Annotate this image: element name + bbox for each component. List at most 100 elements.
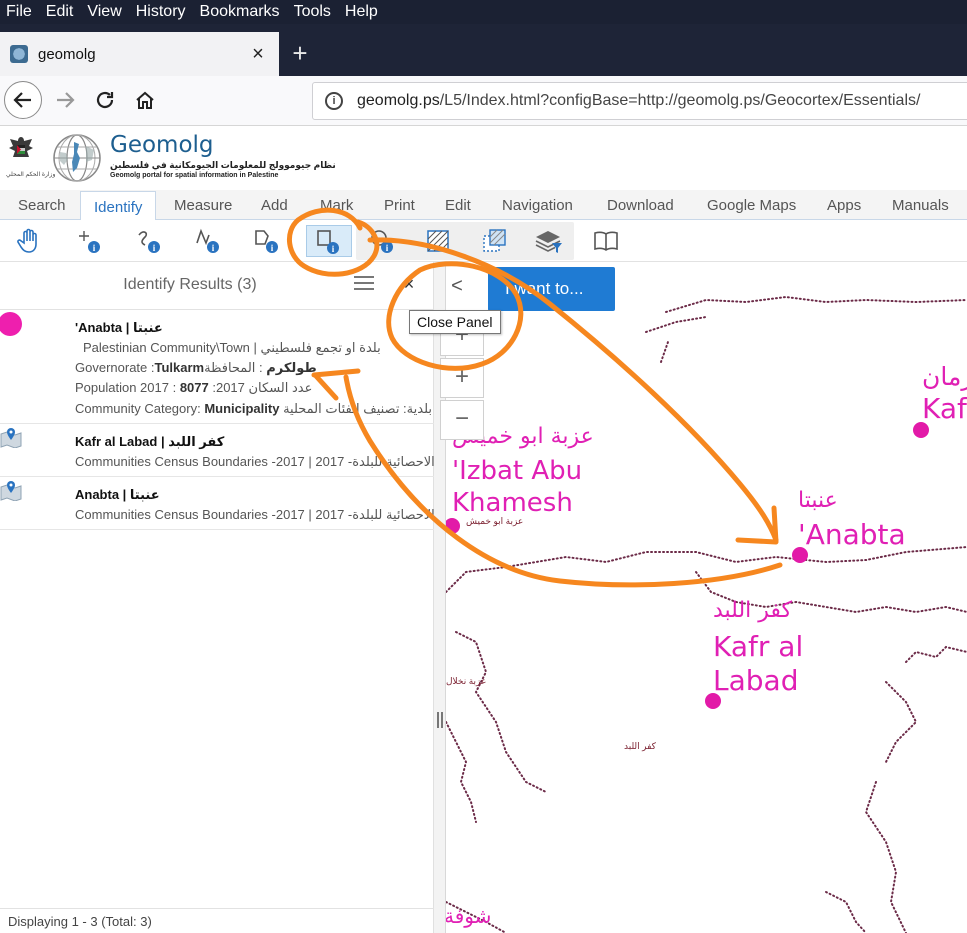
- reload-button[interactable]: [86, 81, 124, 119]
- close-panel-tooltip: Close Panel: [409, 310, 501, 334]
- tab-apps[interactable]: Apps: [827, 190, 861, 220]
- place-label-shufa-ar: شوفة: [446, 904, 492, 928]
- polygon-identify-icon: i: [255, 230, 278, 253]
- brand-block: Geomolg نظام جيوموولج للمعلومات الجيومكا…: [110, 132, 336, 180]
- menu-file[interactable]: File: [0, 0, 39, 24]
- hand-icon: [17, 228, 37, 253]
- menu-tools[interactable]: Tools: [287, 0, 338, 24]
- browser-tab[interactable]: geomolg ×: [0, 32, 279, 76]
- brand-name: Geomolg: [110, 132, 214, 158]
- result-population: Population 2017 : 8077 :عدد السكان 2017: [75, 380, 313, 395]
- help-manual-button[interactable]: [590, 225, 622, 257]
- back-arrow-icon: [13, 92, 31, 108]
- zoom-out-button[interactable]: −: [440, 400, 484, 440]
- brand-arabic-tagline: نظام جيوموولج للمعلومات الجيومكانية في ف…: [110, 160, 336, 170]
- book-icon: [594, 231, 618, 251]
- app-header: وزارة الحكم المحلي Geomolg نظام جيوموولج…: [0, 126, 967, 190]
- geomolg-globe-logo-icon: [53, 134, 101, 182]
- place-point[interactable]: [792, 547, 808, 563]
- favicon-icon: [10, 45, 28, 63]
- menu-view[interactable]: View: [80, 0, 128, 24]
- tab-edit[interactable]: Edit: [445, 190, 471, 220]
- map-small-label: عزبة نخلال: [446, 676, 487, 686]
- url-host: geomolg.ps: [357, 92, 440, 109]
- hatched-selection-button[interactable]: [422, 225, 454, 257]
- tab-add[interactable]: Add: [261, 190, 288, 220]
- panel-title: Identify Results (3): [123, 276, 257, 293]
- tab-manuals[interactable]: Manuals: [892, 190, 949, 220]
- brand-english-tagline: Geomolg portal for spatial information i…: [110, 172, 279, 179]
- map-small-label: كفر اللبد: [624, 741, 656, 751]
- place-label-izbat-en-1: 'Izbat Abu: [452, 456, 583, 486]
- point-identify-button[interactable]: i: [74, 225, 106, 257]
- tab-title: geomolg: [38, 45, 96, 63]
- results-menu-icon[interactable]: [354, 276, 374, 294]
- place-point[interactable]: [913, 422, 929, 438]
- rectangle-identify-button[interactable]: i: [306, 225, 352, 257]
- line-identify-icon: i: [196, 228, 219, 253]
- pan-tool-button[interactable]: [14, 225, 46, 257]
- tab-search[interactable]: Search: [18, 190, 66, 220]
- circle-identify-button[interactable]: i: [367, 225, 399, 257]
- zoom-in-button[interactable]: +: [440, 358, 484, 398]
- tab-download[interactable]: Download: [607, 190, 674, 220]
- i-want-to-button[interactable]: I want to...: [488, 267, 615, 311]
- site-info-icon[interactable]: i: [325, 92, 343, 110]
- identify-results-panel: Identify Results (3) 'Anabta | عنبتا Pal…: [0, 262, 435, 933]
- close-panel-button[interactable]: ×: [398, 272, 420, 296]
- map-pin-icon: [0, 481, 22, 501]
- point-identify-icon: i: [79, 231, 100, 253]
- line-identify-button[interactable]: i: [193, 225, 225, 257]
- tab-mark[interactable]: Mark: [320, 190, 353, 220]
- tab-close-icon[interactable]: ×: [247, 43, 269, 66]
- menu-history[interactable]: History: [129, 0, 193, 24]
- browser-window: File Edit View History Bookmarks Tools H…: [0, 0, 967, 933]
- result-subtitle: Communities Census Boundaries -2017 | 20…: [75, 454, 435, 469]
- tab-strip: geomolg × +: [0, 24, 967, 76]
- tab-google-maps[interactable]: Google Maps: [707, 190, 796, 220]
- place-label-izbat-en-2: Khamesh: [452, 488, 573, 518]
- url-bar[interactable]: i geomolg.ps/L5/Index.html?configBase=ht…: [312, 82, 967, 120]
- navigation-toolbar: i geomolg.ps/L5/Index.html?configBase=ht…: [0, 76, 967, 126]
- home-button[interactable]: [126, 81, 164, 119]
- circle-identify-icon: i: [371, 230, 393, 253]
- place-point[interactable]: [705, 693, 721, 709]
- map-pin-icon: [0, 428, 22, 448]
- layer-filter-button[interactable]: [532, 225, 564, 257]
- boundary-lines: [446, 295, 967, 933]
- menu-edit[interactable]: Edit: [39, 0, 81, 24]
- polygon-identify-button[interactable]: i: [252, 225, 284, 257]
- panel-header: Identify Results (3): [0, 262, 434, 310]
- forward-button[interactable]: [46, 81, 84, 119]
- place-label-anabta-ar: عنبتا: [798, 488, 838, 513]
- collapse-panel-button[interactable]: <: [445, 275, 469, 299]
- map-view[interactable]: رمان Kaf عزبة ابو خميش 'Izbat Abu Khames…: [446, 262, 967, 933]
- results-footer: Displaying 1 - 3 (Total: 3): [0, 908, 434, 933]
- menu-bookmarks[interactable]: Bookmarks: [193, 0, 287, 24]
- new-tab-button[interactable]: +: [288, 38, 312, 68]
- result-governorate: Governorate :Tulkarm طولكرم : المحافظة: [75, 360, 317, 375]
- map-small-label: عزبة ابو خميش: [466, 516, 524, 526]
- hatched-overlap-icon: [483, 229, 506, 252]
- back-button[interactable]: [4, 81, 42, 119]
- ribbon-tabs: Search Identify Measure Add Mark Print E…: [0, 190, 967, 221]
- polyline-identify-button[interactable]: i: [134, 225, 166, 257]
- tab-identify[interactable]: Identify: [80, 191, 157, 221]
- place-label-kafr-labad-ar: كفر اللبد: [713, 598, 793, 623]
- result-item-anabta-boundary[interactable]: Anabta | عنبتا Communities Census Bounda…: [0, 477, 435, 530]
- tab-print[interactable]: Print: [384, 190, 415, 220]
- result-item-anabta-town[interactable]: 'Anabta | عنبتا Palestinian Community\To…: [0, 310, 434, 424]
- eagle-emblem-icon: [9, 137, 33, 157]
- identify-toolbar: i i i i i i: [0, 220, 967, 262]
- menu-help[interactable]: Help: [338, 0, 385, 24]
- place-label-kafr-labad-en-2: Labad: [713, 664, 799, 697]
- url-path: /L5/Index.html?configBase=http://geomolg…: [439, 92, 921, 109]
- point-symbol-icon: [0, 312, 22, 336]
- tab-navigation[interactable]: Navigation: [502, 190, 573, 220]
- place-label-rummana-ar: رمان: [922, 362, 967, 391]
- result-item-kafr-al-labad[interactable]: Kafr al Labad | كفر اللبد Communities Ce…: [0, 424, 435, 477]
- layers-filter-icon: [535, 231, 562, 253]
- tab-measure[interactable]: Measure: [174, 190, 232, 220]
- place-label-kafr-labad-en-1: Kafr al: [713, 630, 804, 663]
- overlap-selection-button[interactable]: [478, 225, 510, 257]
